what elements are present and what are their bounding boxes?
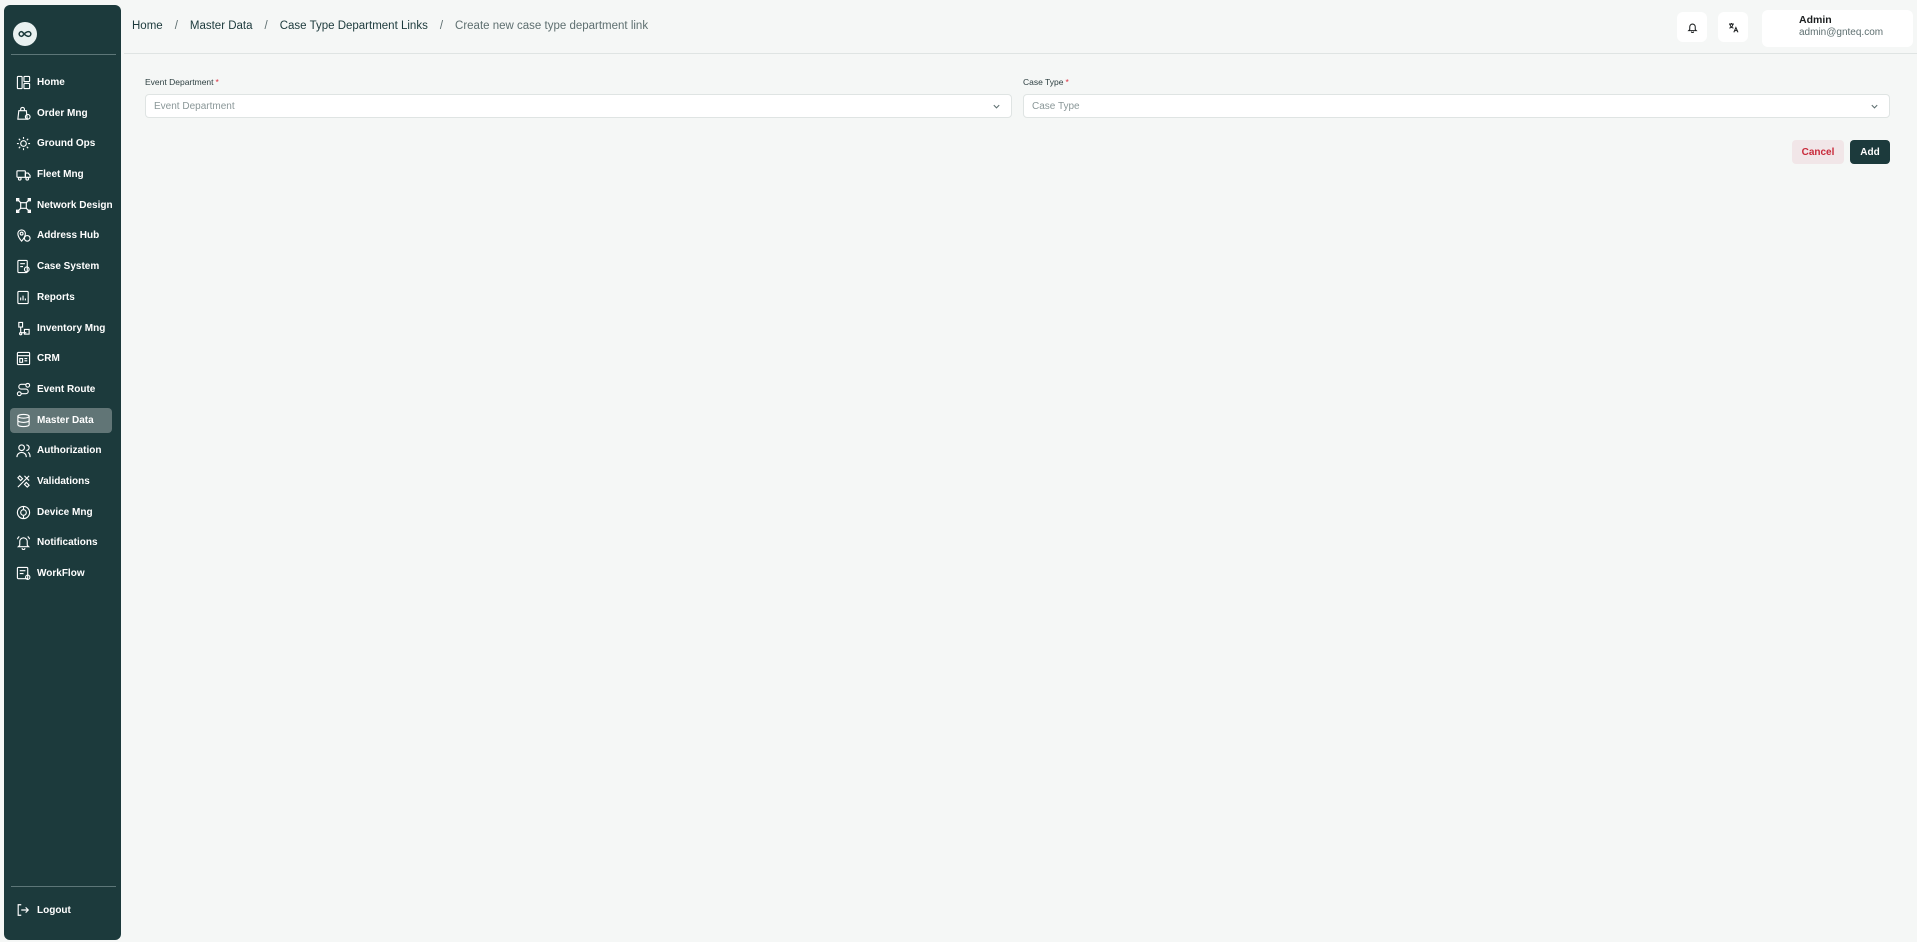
sidebar-item-fleet-mng[interactable]: Fleet Mng xyxy=(10,162,112,187)
device-icon xyxy=(16,505,31,520)
database-icon xyxy=(16,413,31,428)
breadcrumb: Home / Master Data / Case Type Departmen… xyxy=(132,20,648,32)
sidebar-item-case-system[interactable]: Case System xyxy=(10,254,112,279)
workflow-icon xyxy=(16,566,31,581)
sidebar-item-label: Notifications xyxy=(37,537,98,549)
sidebar-item-reports[interactable]: Reports xyxy=(10,285,112,310)
sidebar-item-device-mng[interactable]: Device Mng xyxy=(10,500,112,525)
case-type-placeholder: Case Type xyxy=(1032,101,1080,112)
case-icon xyxy=(16,259,31,274)
bell-icon xyxy=(16,535,31,551)
top-bar: Home / Master Data / Case Type Departmen… xyxy=(124,0,1917,54)
sidebar-item-authorization[interactable]: Authorization xyxy=(10,438,112,463)
event-department-placeholder: Event Department xyxy=(154,101,235,112)
sidebar-item-workflow[interactable]: WorkFlow xyxy=(10,561,112,586)
event-department-label-text: Event Department xyxy=(145,77,214,87)
sidebar-item-label: Fleet Mng xyxy=(37,169,84,181)
sidebar-divider xyxy=(11,54,116,55)
sidebar-divider xyxy=(11,886,116,887)
sidebar-item-label: Ground Ops xyxy=(37,138,96,150)
language-button[interactable] xyxy=(1718,12,1748,42)
logout-button[interactable]: Logout xyxy=(16,903,71,917)
breadcrumb-separator: / xyxy=(174,20,178,32)
network-icon xyxy=(16,197,31,213)
sidebar-item-label: Validations xyxy=(37,475,90,487)
sidebar-item-label: Inventory Mng xyxy=(37,322,106,334)
translate-icon xyxy=(1728,22,1738,33)
breadcrumb-current-page: Create new case type department link xyxy=(455,20,649,32)
sidebar-item-label: Reports xyxy=(37,291,75,303)
validation-icon xyxy=(16,474,31,489)
infinity-icon xyxy=(18,30,32,38)
breadcrumb-home[interactable]: Home xyxy=(132,20,163,32)
case-type-label: Case Type * xyxy=(1023,77,1069,87)
sidebar-item-master-data[interactable]: Master Data xyxy=(10,407,112,433)
sidebar-item-label: CRM xyxy=(37,353,60,365)
sidebar-item-notifications[interactable]: Notifications xyxy=(10,530,112,555)
users-icon xyxy=(16,443,31,458)
order-icon xyxy=(16,106,31,121)
sidebar-item-label: Device Mng xyxy=(37,506,93,518)
sidebar: Home Order Mng Ground Ops Fleet Mng Netw… xyxy=(4,5,121,940)
chevron-down-icon xyxy=(1871,104,1878,109)
sidebar-item-label: Address Hub xyxy=(37,230,100,242)
sidebar-item-ground-ops[interactable]: Ground Ops xyxy=(10,131,112,156)
sidebar-item-order-mng[interactable]: Order Mng xyxy=(10,101,112,126)
logout-label: Logout xyxy=(37,904,71,916)
route-icon xyxy=(16,382,31,397)
sidebar-item-validations[interactable]: Validations xyxy=(10,469,112,494)
add-button[interactable]: Add xyxy=(1850,140,1890,164)
cancel-button[interactable]: Cancel xyxy=(1792,140,1844,164)
breadcrumb-case-type-department-links[interactable]: Case Type Department Links xyxy=(280,20,428,32)
user-name: Admin xyxy=(1799,14,1832,26)
bell-icon xyxy=(1686,23,1698,33)
sidebar-item-label: Home xyxy=(37,77,65,88)
report-icon xyxy=(16,290,31,305)
breadcrumb-master-data[interactable]: Master Data xyxy=(190,20,253,32)
inventory-icon xyxy=(16,321,31,336)
address-icon xyxy=(16,228,31,243)
sidebar-nav: Home Order Mng Ground Ops Fleet Mng Netw… xyxy=(10,70,113,592)
event-department-select[interactable]: Event Department xyxy=(145,94,1012,118)
home-icon xyxy=(16,75,31,90)
case-type-select[interactable]: Case Type xyxy=(1023,94,1890,118)
sidebar-item-label: Network Design xyxy=(37,199,113,211)
sidebar-item-crm[interactable]: CRM xyxy=(10,346,112,371)
case-type-label-text: Case Type xyxy=(1023,77,1064,87)
logo[interactable] xyxy=(13,22,37,46)
required-marker: * xyxy=(1065,77,1069,87)
required-marker: * xyxy=(215,77,219,87)
sidebar-item-label: WorkFlow xyxy=(37,568,85,579)
sidebar-item-event-route[interactable]: Event Route xyxy=(10,377,112,402)
sidebar-item-label: Master Data xyxy=(37,414,94,426)
logout-icon xyxy=(16,903,30,917)
sidebar-item-network-design[interactable]: Network Design xyxy=(10,193,113,218)
crm-icon xyxy=(16,351,31,366)
user-profile-menu[interactable]: Admin admin@gnteq.com xyxy=(1762,10,1913,47)
truck-icon xyxy=(16,167,31,182)
sidebar-item-address-hub[interactable]: Address Hub xyxy=(10,223,112,248)
notifications-button[interactable] xyxy=(1677,12,1707,42)
user-email: admin@gnteq.com xyxy=(1799,27,1884,38)
ground-ops-icon xyxy=(16,136,31,151)
breadcrumb-separator: / xyxy=(264,20,268,32)
sidebar-item-label: Case System xyxy=(37,261,100,273)
sidebar-item-home[interactable]: Home xyxy=(10,70,112,95)
event-department-label: Event Department * xyxy=(145,77,219,87)
breadcrumb-separator: / xyxy=(439,20,444,32)
sidebar-item-label: Order Mng xyxy=(37,107,88,119)
sidebar-item-inventory-mng[interactable]: Inventory Mng xyxy=(10,316,112,341)
sidebar-item-label: Event Route xyxy=(37,383,96,395)
sidebar-item-label: Authorization xyxy=(37,445,102,457)
chevron-down-icon xyxy=(993,104,1000,109)
